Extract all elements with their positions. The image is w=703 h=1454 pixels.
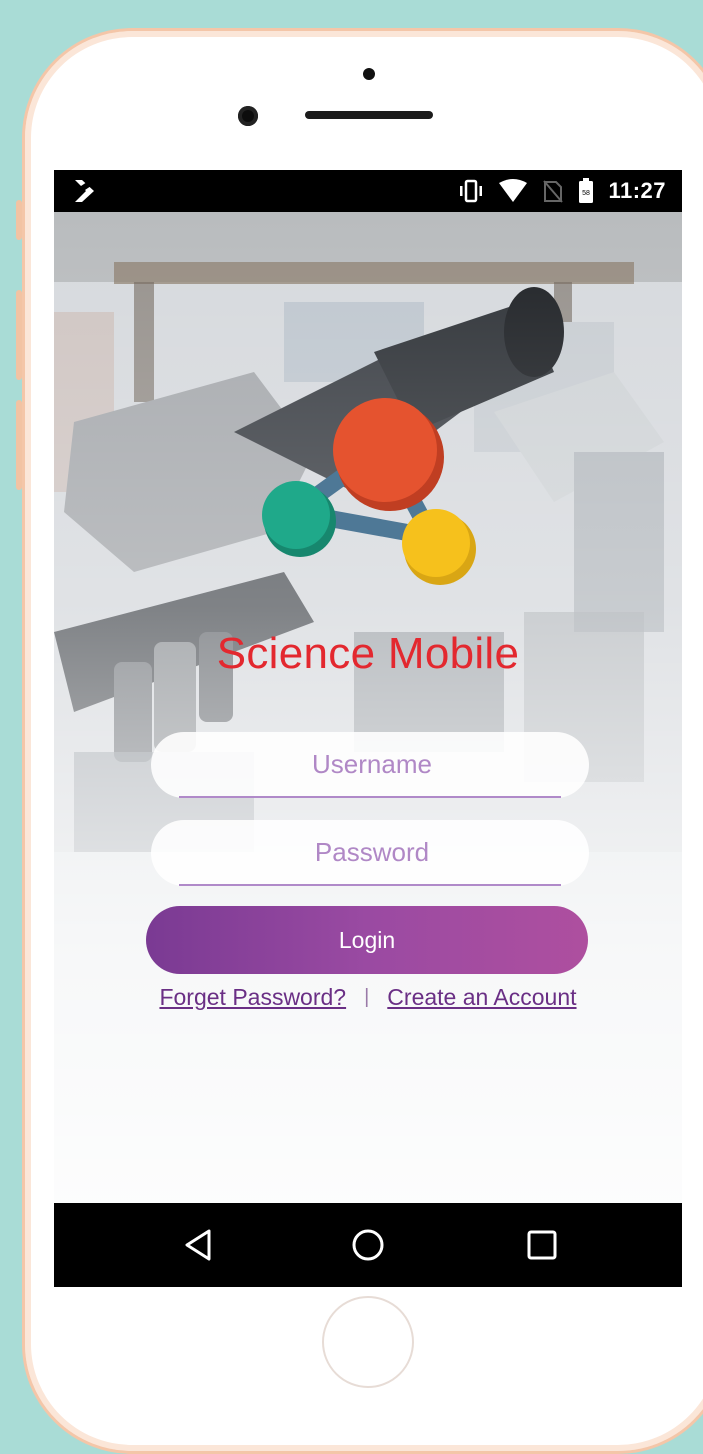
link-separator: |: [364, 985, 370, 1008]
home-icon[interactable]: [346, 1223, 390, 1267]
status-icons: 58 11:27: [458, 176, 666, 206]
wifi-icon: [499, 179, 528, 202]
navigation-bar: [54, 1203, 682, 1287]
password-input[interactable]: [151, 820, 593, 884]
login-screen: Science Mobile Login Forget Password? | …: [54, 212, 682, 1203]
earpiece-speaker: [305, 111, 433, 119]
no-sim-icon: [543, 180, 564, 203]
username-field[interactable]: [151, 732, 593, 798]
back-icon[interactable]: [177, 1223, 221, 1267]
create-account-link[interactable]: Create an Account: [387, 984, 576, 1011]
svg-text:58: 58: [583, 190, 591, 197]
phone-screen: 58 11:27 Science Mobile Username Login F…: [54, 170, 682, 1287]
status-clock: 11:27: [608, 178, 666, 203]
forgot-password-link[interactable]: Forget Password?: [159, 984, 346, 1011]
password-field[interactable]: [151, 820, 593, 886]
notification-app-icon: [75, 180, 94, 202]
status-bar: 58 11:27: [54, 170, 682, 212]
password-underline: [179, 884, 561, 886]
account-links: Forget Password? | Create an Account: [54, 977, 682, 1017]
battery-icon: 58: [579, 178, 594, 203]
phone-home-button[interactable]: [322, 1296, 414, 1388]
vibrate-icon: [460, 179, 483, 203]
username-underline: [179, 796, 561, 798]
login-button[interactable]: Login: [146, 906, 588, 974]
username-input[interactable]: [151, 732, 593, 796]
app-logo-icon: [262, 398, 476, 585]
background-overlay: [54, 212, 682, 1203]
proximity-sensor: [363, 68, 375, 80]
front-camera: [238, 106, 258, 126]
app-title: Science Mobile: [216, 629, 520, 678]
recents-icon[interactable]: [520, 1223, 564, 1267]
